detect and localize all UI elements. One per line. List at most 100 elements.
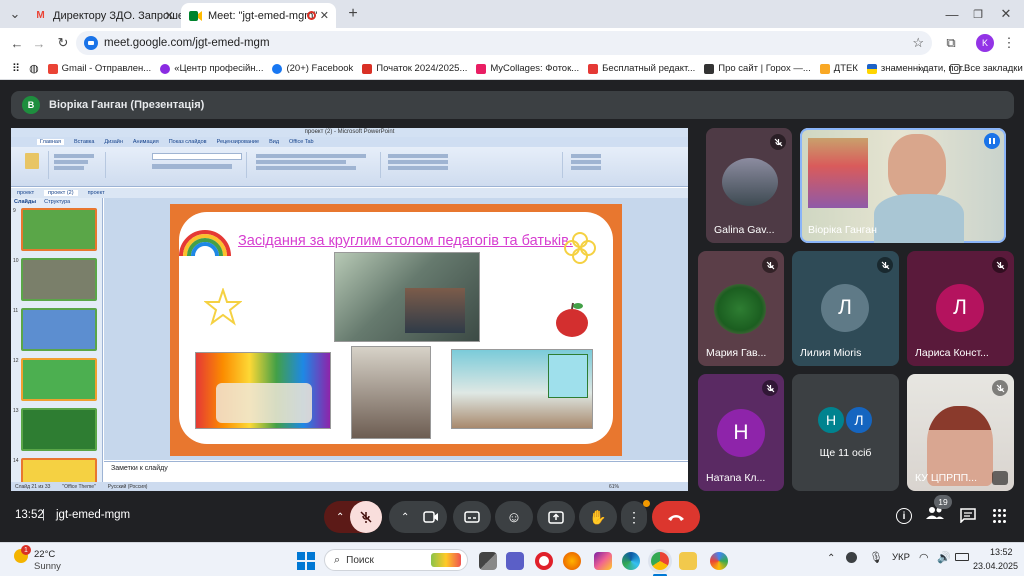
opera-icon[interactable] [535, 552, 553, 570]
site-icon [476, 63, 487, 74]
taskbar-search[interactable]: ⌕ Поиск [324, 549, 468, 571]
chat-button[interactable] [960, 508, 976, 524]
font-select[interactable] [152, 153, 242, 160]
ribbon-tab[interactable]: Office Tab [289, 139, 314, 145]
doc-tab[interactable]: проект (2) [44, 190, 78, 196]
tab-meet[interactable]: Meet: "jgt-emed-mgm" ✕ [181, 3, 336, 28]
ribbon-tab[interactable]: Дизайн [104, 139, 123, 145]
copilot-icon[interactable] [594, 552, 612, 570]
bookmark-item[interactable]: Про сайт | Горох —... [704, 63, 811, 74]
teams-icon[interactable] [506, 552, 524, 570]
ribbon-tab[interactable]: Анимация [133, 139, 159, 145]
close-icon[interactable]: ✕ [320, 9, 329, 22]
address-bar[interactable]: meet.google.com/jgt-emed-mgm ☆ [76, 31, 932, 55]
doc-tab[interactable]: проект [88, 190, 105, 196]
chat-icon [960, 508, 976, 524]
restore-icon[interactable]: ❐ [970, 5, 986, 23]
globe-icon[interactable]: ◍ [29, 62, 39, 75]
participant-tile[interactable]: Л Лариса Конст... [907, 251, 1014, 366]
panel-tab-outline[interactable]: Структура [44, 199, 70, 205]
slide-thumbnail[interactable]: 10 [11, 256, 102, 304]
tab-gmail[interactable]: M Директору ЗДО. Запрошення на... ✕ [26, 3, 181, 28]
bookmark-item[interactable]: «Центр професійн... [160, 63, 263, 74]
participant-tile[interactable]: Н Натаnа Кл... [698, 374, 784, 491]
ribbon-tab[interactable]: Главная [37, 139, 64, 145]
file-explorer-icon[interactable] [679, 552, 697, 570]
tab-search-chevron-icon[interactable]: ⌄ [6, 5, 24, 23]
all-bookmarks[interactable]: Все закладки [950, 63, 1023, 74]
raise-hand-button[interactable]: ✋ [579, 501, 617, 533]
edge-icon[interactable] [622, 552, 640, 570]
panel-tab-slides[interactable]: Слайды [14, 199, 36, 205]
microphone-tray-icon[interactable]: 🎙 [869, 551, 883, 564]
activities-button[interactable] [993, 509, 1007, 523]
volume-icon[interactable]: 🔊 [937, 551, 951, 564]
bookmark-item[interactable]: (20+) Facebook [272, 63, 353, 74]
bookmark-item[interactable]: Gmail - Отправлен... [47, 63, 151, 74]
more-bookmarks-icon[interactable]: » [918, 63, 924, 75]
reload-icon[interactable]: ↻ [54, 34, 72, 52]
app-icon[interactable] [710, 552, 728, 570]
participant-tile[interactable]: Мария Гав... [698, 251, 784, 366]
ribbon-tab[interactable]: Показ слайдов [169, 139, 207, 145]
close-icon[interactable]: ✕ [165, 9, 174, 22]
present-button[interactable] [537, 501, 575, 533]
camera-button[interactable] [423, 511, 439, 523]
notes-pane[interactable]: Заметки к слайду [104, 461, 688, 482]
input-language[interactable]: УКР [892, 552, 910, 563]
profile-avatar[interactable]: K [976, 34, 994, 52]
slide-canvas[interactable]: Засідання за круглим столом педагогів та… [170, 204, 622, 456]
firefox-icon[interactable] [563, 552, 581, 570]
extensions-icon[interactable]: ⧉ [942, 34, 960, 52]
menu-kebab-icon[interactable]: ⋮ [1002, 34, 1016, 52]
mic-off-icon [762, 257, 778, 273]
slide-thumbnail[interactable]: 12 [11, 356, 102, 404]
participant-tile-active[interactable]: Віоріка Ганган [800, 128, 1006, 243]
battery-icon[interactable] [955, 553, 969, 561]
camera-options-chevron-icon[interactable]: ⌃ [401, 512, 409, 523]
back-icon[interactable]: ← [8, 34, 26, 52]
pip-icon[interactable] [992, 471, 1008, 485]
bookmark-item[interactable]: Початок 2024/2025... [362, 63, 467, 74]
minimize-icon[interactable]: — [944, 5, 960, 23]
bookmark-item[interactable]: MyCollages: Фоток... [476, 63, 579, 74]
wifi-icon[interactable]: ◠ [919, 551, 929, 564]
chrome-icon[interactable] [651, 552, 669, 570]
tray-overflow-icon[interactable]: ⌃ [827, 553, 835, 564]
slide-thumbnail[interactable]: 11 [11, 306, 102, 354]
ribbon-tab[interactable]: Рецензирование [217, 139, 259, 145]
participant-tile[interactable]: КУ ЦПРПП... [907, 374, 1014, 491]
site-info-icon[interactable] [84, 36, 98, 50]
clock-date[interactable]: 23.04.2025 [973, 561, 1018, 571]
slide-thumbnail[interactable]: 14 [11, 456, 102, 482]
participant-name: КУ ЦПРПП... [915, 472, 977, 484]
leave-call-button[interactable] [652, 501, 700, 533]
start-button[interactable] [297, 552, 315, 570]
captions-button[interactable] [453, 501, 491, 533]
slide-thumbnail[interactable]: 13 [11, 406, 102, 454]
window-close-icon[interactable]: ✕ [998, 5, 1014, 23]
tray-app-icon[interactable] [846, 552, 857, 563]
new-tab-icon[interactable]: + [344, 5, 362, 23]
bookmark-item[interactable]: Бесплатный редакт... [588, 63, 695, 74]
bookmark-item[interactable]: ДТЕК [819, 63, 858, 74]
bookmark-star-icon[interactable]: ☆ [912, 35, 924, 51]
mic-off-button[interactable] [350, 501, 382, 533]
slide-thumbnail[interactable]: 9 [11, 206, 102, 254]
clock-time[interactable]: 13:52 [990, 547, 1013, 557]
participant-name: Galina Gav... [714, 224, 775, 236]
slide-number: 13 [13, 408, 19, 414]
ribbon-tab[interactable]: Вид [269, 139, 279, 145]
participant-tile[interactable]: Galina Gav... [706, 128, 792, 243]
task-view-icon[interactable] [479, 552, 497, 570]
ribbon-tab[interactable]: Вставка [74, 139, 94, 145]
meeting-info-icon[interactable]: i [896, 508, 912, 524]
doc-tab[interactable]: проект [17, 190, 34, 196]
forward-icon[interactable]: → [30, 34, 48, 52]
more-participants-tile[interactable]: Н Л Ще 11 осіб [792, 374, 899, 491]
participant-tile[interactable]: Л Лилия Miоris [792, 251, 899, 366]
apps-grid-icon[interactable]: ⠿ [12, 62, 20, 75]
mic-options-chevron-icon[interactable]: ⌃ [336, 512, 344, 523]
paste-icon[interactable] [24, 153, 39, 169]
reactions-button[interactable]: ☺ [495, 501, 533, 533]
